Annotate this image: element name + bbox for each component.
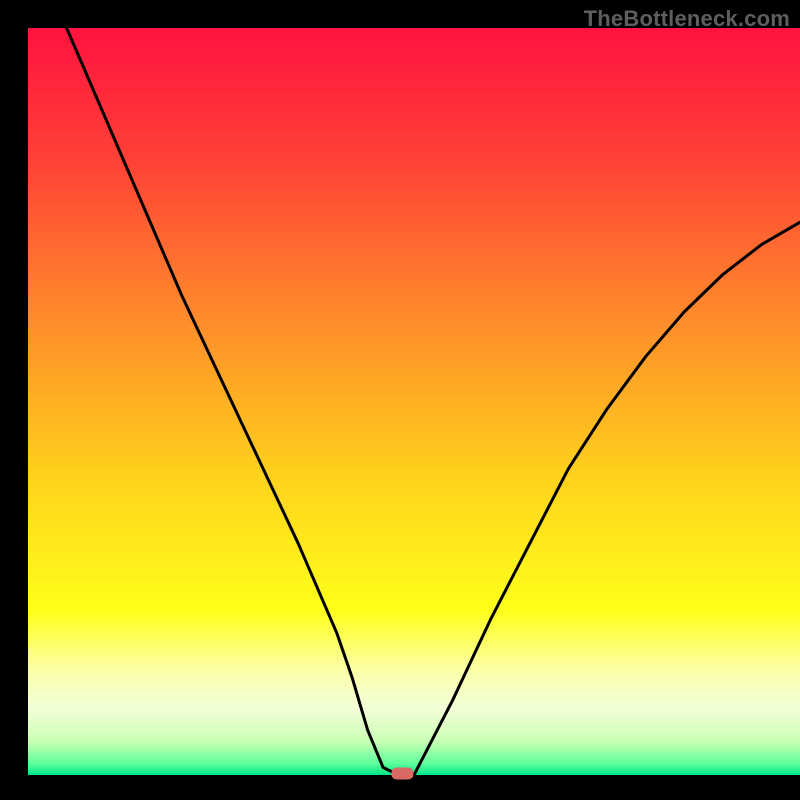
chart-container: TheBottleneck.com [0, 0, 800, 800]
minimum-marker [391, 768, 413, 780]
plot-background [28, 28, 800, 775]
watermark-text: TheBottleneck.com [584, 6, 790, 32]
chart-svg [0, 0, 800, 800]
